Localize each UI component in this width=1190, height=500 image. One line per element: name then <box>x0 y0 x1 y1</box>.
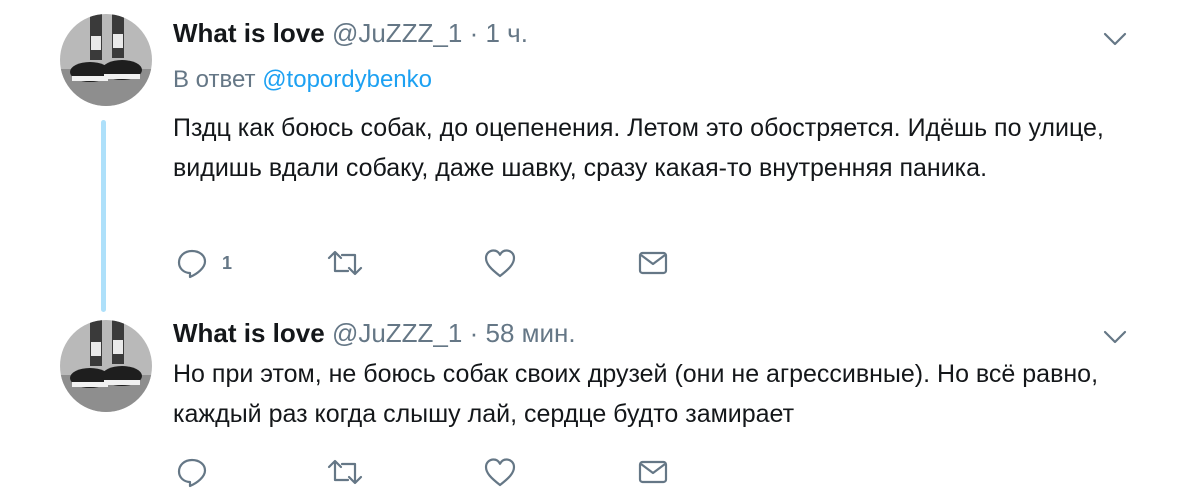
tweet-text: Но при этом, не боюсь собак своих друзей… <box>173 360 1099 428</box>
reply-count: 1 <box>222 252 233 273</box>
avatar[interactable] <box>60 14 152 106</box>
reply-mention-link[interactable]: @topordybenko <box>262 66 432 93</box>
user-handle[interactable]: @JuZZZ_1 <box>332 18 462 48</box>
tweet-header: What is love @JuZZZ_1 · 58 мин. <box>173 318 576 348</box>
separator-dot: · <box>469 18 479 48</box>
retweet-button[interactable] <box>326 246 364 280</box>
timestamp[interactable]: 1 ч. <box>486 18 528 48</box>
reply-button[interactable]: 1 <box>176 246 232 280</box>
reply-context: В ответ @topordybenko <box>173 66 432 94</box>
retweet-icon <box>327 459 363 485</box>
tweet-header: What is love @JuZZZ_1 · 1 ч. <box>173 18 528 48</box>
reply-prefix: В ответ <box>173 66 256 93</box>
retweet-icon <box>327 250 363 276</box>
separator-dot: · <box>469 318 479 348</box>
like-button[interactable] <box>483 455 517 489</box>
reply-icon <box>177 458 207 488</box>
user-handle[interactable]: @JuZZZ_1 <box>332 318 462 348</box>
timestamp[interactable]: 58 мин. <box>486 318 576 348</box>
chevron-down-icon[interactable] <box>1100 326 1130 348</box>
dm-icon <box>638 460 668 484</box>
avatar[interactable] <box>60 320 152 412</box>
dm-button[interactable] <box>638 455 668 489</box>
display-name[interactable]: What is love <box>173 18 325 48</box>
reply-icon <box>177 249 207 279</box>
dm-button[interactable] <box>638 246 668 280</box>
like-icon <box>484 458 516 487</box>
retweet-button[interactable] <box>326 455 364 489</box>
thread-connector-line <box>101 120 106 312</box>
chevron-down-icon[interactable] <box>1100 28 1130 50</box>
like-icon <box>484 249 516 278</box>
reply-button[interactable] <box>176 455 222 489</box>
tweet-text: Пздц как боюсь собак, до оцепенения. Лет… <box>173 114 1104 182</box>
like-button[interactable] <box>483 246 517 280</box>
display-name[interactable]: What is love <box>173 318 325 348</box>
dm-icon <box>638 251 668 275</box>
